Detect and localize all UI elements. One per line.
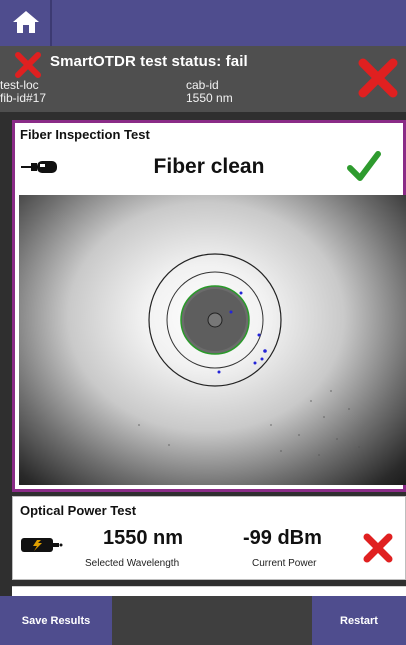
home-icon <box>13 11 39 33</box>
restart-button[interactable]: Restart <box>312 596 406 645</box>
test-status-banner: SmartOTDR test status: fail test-loc fib… <box>0 46 406 112</box>
checkmark-icon <box>347 151 381 181</box>
bottom-action-bar: Save Results Restart <box>0 596 406 645</box>
optical-power-panel[interactable]: Optical Power Test 1550 nm Selected Wave… <box>12 496 406 580</box>
home-button[interactable] <box>0 0 52 46</box>
power-value: -99 dBm <box>243 527 322 549</box>
power-title: Optical Power Test <box>20 503 137 518</box>
fiber-end-face-image <box>19 195 406 485</box>
top-bar <box>0 0 406 46</box>
next-panel-edge <box>12 586 406 596</box>
power-meter-icon <box>21 538 63 552</box>
fiber-inspection-panel[interactable]: Fiber Inspection Test Fiber clean <box>12 120 406 492</box>
close-icon <box>358 58 398 98</box>
status-wavelength: 1550 nm <box>186 91 233 105</box>
wavelength-value: 1550 nm <box>103 527 184 549</box>
power-label: Current Power <box>252 558 317 569</box>
status-title: SmartOTDR test status: fail <box>50 53 248 70</box>
inspection-result: Fiber clean <box>153 155 265 178</box>
close-icon <box>15 52 41 78</box>
wavelength-label: Selected Wavelength <box>85 558 180 569</box>
fiber-end-face-graphic <box>138 253 360 456</box>
save-results-button[interactable]: Save Results <box>0 596 112 645</box>
inspection-title: Fiber Inspection Test <box>20 127 150 142</box>
close-icon <box>363 533 393 563</box>
fiber-id: fib-id#17 <box>0 91 47 105</box>
